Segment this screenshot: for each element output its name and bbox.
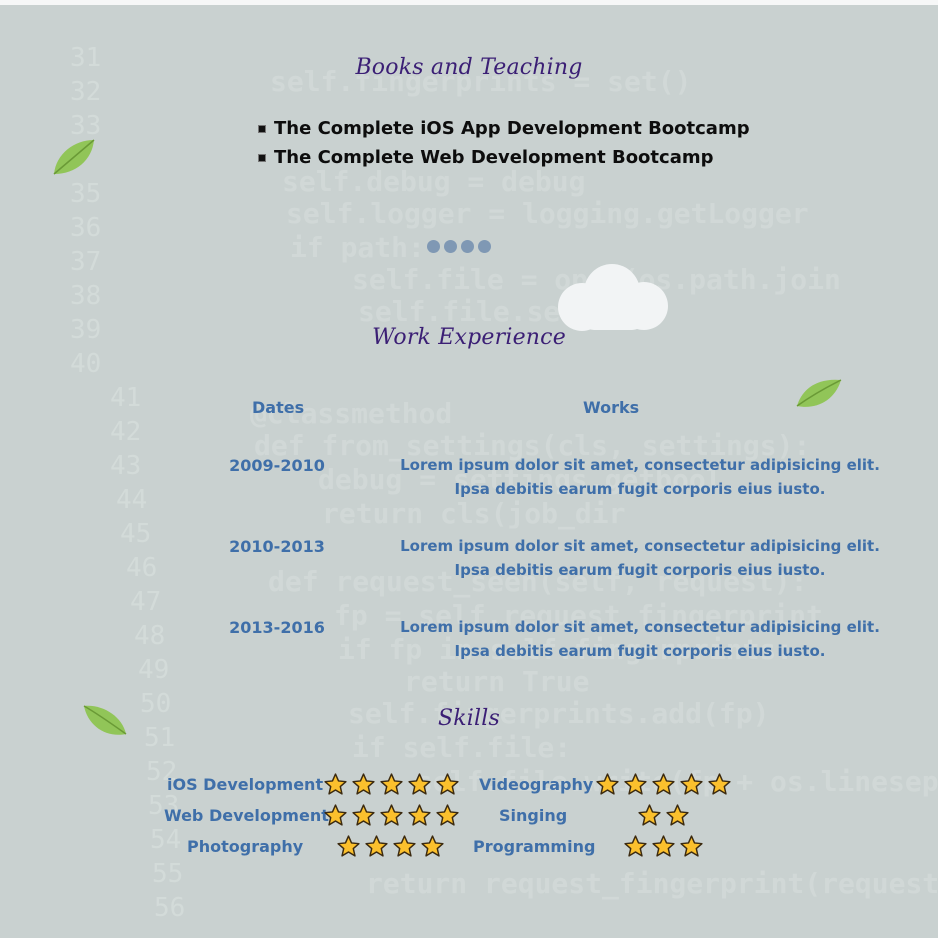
star-icon (365, 835, 388, 857)
skill-label: iOS Development (167, 775, 324, 794)
skill-rating (336, 834, 445, 859)
skill-label: Videography (479, 775, 594, 794)
star-icon (380, 773, 403, 795)
star-icon (652, 773, 675, 795)
star-icon (352, 804, 375, 826)
list-item: The Complete Web Development Bootcamp (258, 143, 750, 172)
book-title: The Complete iOS App Development Bootcam… (274, 118, 750, 139)
work-line: Lorem ipsum dolor sit amet, consectetur … (400, 618, 880, 636)
star-icon (408, 773, 431, 795)
row-dates: 2010-2013 (229, 537, 325, 556)
star-icon (337, 835, 360, 857)
row-work: Lorem ipsum dolor sit amet, consectetur … (398, 453, 882, 501)
skill-rating (323, 803, 460, 828)
dot (461, 240, 474, 253)
star-icon (680, 773, 703, 795)
leaf-icon (53, 139, 95, 175)
work-line: Lorem ipsum dolor sit amet, consectetur … (400, 456, 880, 474)
skill-label: Photography (187, 837, 304, 856)
star-icon (324, 773, 347, 795)
row-dates: 2009-2010 (229, 456, 325, 475)
dot (478, 240, 491, 253)
star-icon (596, 773, 619, 795)
skill-rating (323, 772, 460, 797)
books-list: The Complete iOS App Development Bootcam… (258, 114, 750, 172)
dot (444, 240, 457, 253)
dots-divider (427, 240, 491, 253)
star-icon (708, 773, 731, 795)
skill-label: Programming (473, 837, 596, 856)
star-icon (421, 835, 444, 857)
row-work: Lorem ipsum dolor sit amet, consectetur … (398, 615, 882, 663)
star-icon (666, 804, 689, 826)
star-icon (638, 804, 661, 826)
books-section-title: Books and Teaching (355, 55, 583, 80)
star-icon (408, 804, 431, 826)
skill-label: Singing (499, 806, 568, 825)
star-icon (352, 773, 375, 795)
work-line: Ipsa debitis earum fugit corporis eius i… (454, 480, 826, 498)
star-icon (324, 804, 347, 826)
star-icon (436, 773, 459, 795)
work-line: Ipsa debitis earum fugit corporis eius i… (454, 561, 826, 579)
skill-rating (637, 803, 690, 828)
work-line: Lorem ipsum dolor sit amet, consectetur … (400, 537, 880, 555)
star-icon (680, 835, 703, 857)
star-icon (624, 835, 647, 857)
skill-rating (623, 834, 704, 859)
square-bullet-icon (258, 124, 266, 133)
row-dates: 2013-2016 (229, 618, 325, 637)
star-icon (624, 773, 647, 795)
book-title: The Complete Web Development Bootcamp (274, 147, 714, 168)
cloud-icon (558, 264, 668, 331)
work-section-title: Work Experience (372, 325, 566, 350)
square-bullet-icon (258, 153, 266, 162)
skill-rating (595, 772, 732, 797)
star-icon (380, 804, 403, 826)
star-icon (393, 835, 416, 857)
column-header-dates: Dates (252, 398, 305, 417)
row-work: Lorem ipsum dolor sit amet, consectetur … (398, 534, 882, 582)
star-icon (436, 804, 459, 826)
dot (427, 240, 440, 253)
skills-section-title: Skills (437, 706, 500, 731)
skill-label: Web Development (164, 806, 329, 825)
work-line: Ipsa debitis earum fugit corporis eius i… (454, 642, 826, 660)
column-header-works: Works (583, 398, 640, 417)
leaf-icon (796, 379, 842, 407)
list-item: The Complete iOS App Development Bootcam… (258, 114, 750, 143)
star-icon (652, 835, 675, 857)
